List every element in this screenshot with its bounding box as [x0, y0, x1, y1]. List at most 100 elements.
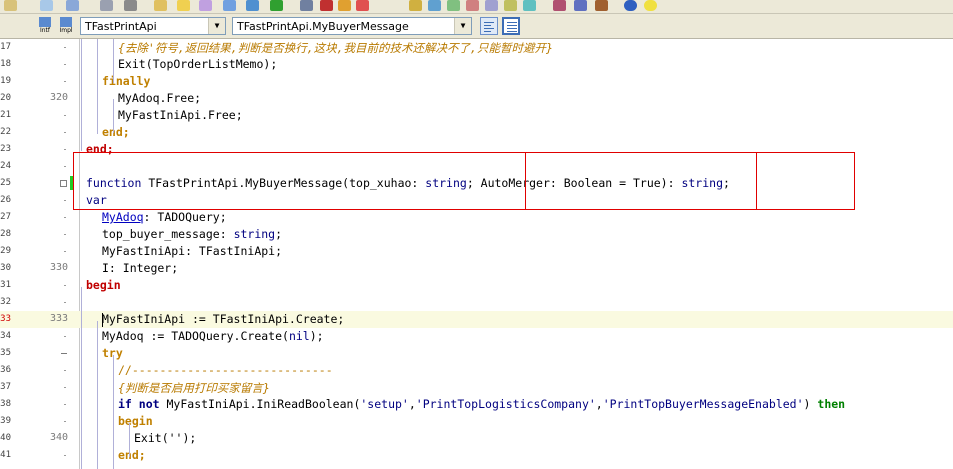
- line-number: 38: [0, 399, 11, 409]
- line-number: 28: [0, 229, 11, 239]
- line-number: 27: [0, 212, 11, 222]
- indent-guide: [81, 39, 82, 151]
- line-number: 23: [0, 144, 11, 154]
- code-line[interactable]: 38 if not MyFastIniApi.IniReadBoolean('s…: [0, 396, 953, 413]
- print-icon[interactable]: [124, 0, 137, 11]
- indent-guide: [97, 321, 98, 469]
- code-line[interactable]: 35 try: [0, 345, 953, 362]
- current-code-line[interactable]: 33 333 MyFastIniApi := TFastIniApi.Creat…: [0, 311, 953, 328]
- line-number: 41: [0, 450, 11, 460]
- interface-button[interactable]: Intf: [36, 17, 54, 35]
- chevron-down-icon[interactable]: ▼: [454, 18, 471, 34]
- unit-combo[interactable]: TFastPrintApi ▼: [80, 17, 226, 35]
- indent-guide: [97, 39, 98, 134]
- folder-icon[interactable]: [154, 0, 167, 11]
- code-line[interactable]: 29 MyFastIniApi: TFastIniApi;: [0, 243, 953, 260]
- code-line[interactable]: 32: [0, 294, 953, 311]
- gutter-dot: [64, 370, 66, 371]
- chevron-down-icon[interactable]: ▼: [208, 18, 225, 34]
- open-project-icon[interactable]: [40, 0, 53, 11]
- component-icon-9[interactable]: [574, 0, 587, 11]
- code-line[interactable]: 34 MyAdoq := TADOQuery.Create(nil);: [0, 328, 953, 345]
- unit-navigation-toolbar: Intf Impl TFastPrintApi ▼ TFastPrintApi.…: [0, 14, 953, 39]
- tip-icon[interactable]: [644, 0, 657, 11]
- align-justify-button[interactable]: [502, 17, 520, 35]
- form-icon[interactable]: [199, 0, 212, 11]
- code-line[interactable]: 39 begin: [0, 413, 953, 430]
- step-icon[interactable]: [320, 0, 333, 11]
- component-icon-8[interactable]: [553, 0, 566, 11]
- line-number-decade: 333: [49, 313, 68, 324]
- line-number: 35: [0, 348, 11, 358]
- component-icon-7[interactable]: [523, 0, 536, 11]
- indent-guide: [113, 39, 114, 83]
- code-editor[interactable]: 17 {去除'符号,返回结果,判断是否换行,这块,我目前的技术还解决不了,只能暂…: [0, 39, 953, 469]
- implementation-button[interactable]: Impl: [57, 17, 75, 35]
- run-icon[interactable]: [270, 0, 283, 11]
- identifier-link[interactable]: MyAdoq: [102, 210, 144, 224]
- indent-guide: [113, 355, 114, 469]
- code-text: ,: [408, 397, 416, 411]
- line-number: 33: [0, 314, 11, 324]
- gutter-dot: [64, 234, 66, 235]
- code-line[interactable]: 30 330 I: Integer;: [0, 260, 953, 277]
- line-number: 20: [0, 93, 11, 103]
- code-string: 'setup': [360, 397, 409, 411]
- code-keyword: then: [817, 397, 846, 411]
- code-line[interactable]: 36 //-----------------------------: [0, 362, 953, 379]
- code-line[interactable]: 18 Exit(TopOrderListMemo);: [0, 56, 953, 73]
- code-line[interactable]: 20 320 MyAdoq.Free;: [0, 90, 953, 107]
- gutter-dot: [64, 47, 66, 48]
- gutter-dot: [64, 200, 66, 201]
- open-file-icon[interactable]: [4, 0, 17, 11]
- component-icon-3[interactable]: [447, 0, 460, 11]
- code-text: Exit(TopOrderListMemo);: [118, 57, 278, 71]
- fold-marker[interactable]: [61, 353, 67, 354]
- gutter-dot: [64, 285, 66, 286]
- trace-icon[interactable]: [338, 0, 351, 11]
- line-number: 37: [0, 382, 11, 392]
- line-number: 22: [0, 127, 11, 137]
- component-icon-4[interactable]: [466, 0, 479, 11]
- step-over-icon[interactable]: [356, 0, 369, 11]
- save-all-icon[interactable]: [100, 0, 113, 11]
- gutter-dot: [64, 81, 66, 82]
- gutter-dot: [64, 149, 66, 150]
- component-icon-2[interactable]: [428, 0, 441, 11]
- component-icon-6[interactable]: [504, 0, 517, 11]
- save-icon[interactable]: [66, 0, 79, 11]
- method-combo[interactable]: TFastPrintApi.MyBuyerMessage ▼: [232, 17, 472, 35]
- new-unit-icon[interactable]: [223, 0, 236, 11]
- code-text: MyFastIniApi: TFastIniApi;: [102, 244, 283, 258]
- line-number: 36: [0, 365, 11, 375]
- code-line[interactable]: 17 {去除'符号,返回结果,判断是否换行,这块,我目前的技术还解决不了,只能暂…: [0, 39, 953, 56]
- component-icon-5[interactable]: [485, 0, 498, 11]
- code-line[interactable]: 28 top_buyer_message: string;: [0, 226, 953, 243]
- code-keyword: nil: [288, 329, 310, 343]
- code-line[interactable]: 19 finally: [0, 73, 953, 90]
- gear-icon[interactable]: [246, 0, 259, 11]
- code-text: MyFastIniApi.Free;: [118, 108, 243, 122]
- code-line[interactable]: 40 340 Exit('');: [0, 430, 953, 447]
- code-text: top_buyer_message: string;: [102, 227, 282, 241]
- fold-toggle[interactable]: [60, 180, 67, 187]
- code-line[interactable]: 27 MyAdoq: TADOQuery;: [0, 209, 953, 226]
- code-comment: {去除'符号,返回结果,判断是否换行,这块,我目前的技术还解决不了,只能暂时避开…: [118, 41, 553, 55]
- code-text: ;: [275, 227, 283, 241]
- line-number: 21: [0, 110, 11, 120]
- pause-icon[interactable]: [300, 0, 313, 11]
- code-line[interactable]: 21 MyFastIniApi.Free;: [0, 107, 953, 124]
- code-line[interactable]: 41 end;: [0, 447, 953, 464]
- align-left-button[interactable]: [480, 17, 498, 35]
- code-text: MyAdoq.Free;: [118, 91, 202, 105]
- line-number: 29: [0, 246, 11, 256]
- component-icon-10[interactable]: [595, 0, 608, 11]
- component-icon-1[interactable]: [409, 0, 422, 11]
- gutter-dot: [64, 166, 66, 167]
- code-line[interactable]: 22 end;: [0, 124, 953, 141]
- help-icon[interactable]: [624, 0, 637, 11]
- edit-icon[interactable]: [177, 0, 190, 11]
- code-line[interactable]: 31 begin: [0, 277, 953, 294]
- code-line[interactable]: 37 {判断是否启用打印买家留言}: [0, 379, 953, 396]
- code-text: MyFastIniApi.IniReadBoolean(: [159, 397, 361, 411]
